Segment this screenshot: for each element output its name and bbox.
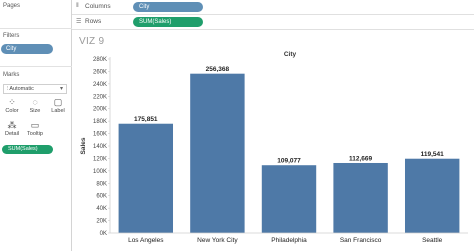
- columns-label: Columns: [85, 3, 111, 10]
- chevron-down-icon: ▾: [59, 86, 63, 92]
- columns-pill-city[interactable]: City: [133, 2, 203, 12]
- bars-group: 175,851 256,368 109,077 112,669 119,541: [118, 66, 460, 233]
- y-tick-label: 160K: [93, 132, 107, 138]
- x-axis: Los Angeles New York City Philadelphia San …: [110, 232, 468, 244]
- y-tick-label: 80K: [96, 181, 107, 187]
- data-label: 256,368: [206, 66, 230, 73]
- tooltip-button[interactable]: ▭ Tooltip: [25, 120, 45, 140]
- rows-label: Rows: [85, 18, 102, 25]
- detail-button-label: Detail: [4, 131, 20, 137]
- bar-chart: 0K 20K 40K 60K 80K 100K 120K 140K 160K 180K 200K 22…: [80, 51, 468, 244]
- columns-shelf[interactable]: ⦀ Columns City: [72, 0, 474, 15]
- data-label: 119,541: [421, 151, 445, 158]
- y-tick-label: 40K: [96, 206, 107, 212]
- y-axis-title: Sales: [80, 137, 87, 154]
- marks-pill-sum-sales[interactable]: SUM(Sales): [2, 145, 53, 154]
- filter-pill-city[interactable]: City: [1, 44, 53, 54]
- x-tick-label: San Francisco: [340, 237, 382, 244]
- detail-icon: ⁂: [7, 120, 17, 130]
- marks-title: Marks: [3, 72, 20, 78]
- columns-icon: ⦀: [76, 3, 79, 9]
- y-tick-label: 280K: [93, 57, 107, 63]
- size-icon: ◌: [32, 97, 38, 107]
- detail-button[interactable]: ⁂ Detail: [2, 120, 22, 140]
- mark-type-dropdown[interactable]: ⫶ Automatic ▾: [3, 84, 67, 94]
- label-button-label: Label: [51, 108, 65, 114]
- y-tick-label: 180K: [93, 119, 107, 125]
- y-tick-label: 0K: [100, 231, 107, 237]
- y-tick-label: 140K: [93, 144, 107, 150]
- y-tick-label: 120K: [93, 156, 107, 162]
- tooltip-icon: ▭: [30, 120, 40, 130]
- x-tick-label: Los Angeles: [128, 237, 164, 244]
- x-tick-label: Philadelphia: [271, 237, 307, 244]
- bar-new-york-city[interactable]: [190, 73, 245, 233]
- bar-seattle[interactable]: [404, 158, 460, 233]
- bar-san-francisco[interactable]: [333, 162, 388, 233]
- y-tick-label: 100K: [93, 169, 107, 175]
- pages-divider: [0, 28, 72, 29]
- filters-divider: [0, 66, 72, 67]
- tooltip-button-label: Tooltip: [27, 131, 43, 137]
- color-button[interactable]: ⁘ Color: [2, 97, 22, 117]
- left-sidebar: Pages Filters City Marks ⫶ Automatic ▾ ⁘…: [0, 0, 72, 251]
- rows-icon: ☰: [76, 19, 82, 25]
- bar-philadelphia[interactable]: [261, 165, 317, 233]
- y-tick-label: 200K: [93, 107, 107, 113]
- label-icon: ▢: [53, 97, 63, 107]
- x-tick-label: New York City: [197, 237, 238, 244]
- color-button-label: Color: [5, 108, 19, 114]
- filters-title: Filters: [3, 33, 20, 39]
- y-tick-label: 60K: [96, 194, 107, 200]
- y-tick-label: 260K: [93, 69, 107, 75]
- data-label: 112,669: [349, 155, 373, 162]
- color-palette-icon: ⁘: [8, 97, 16, 107]
- rows-pill-sum-sales[interactable]: SUM(Sales): [133, 17, 203, 27]
- data-label: 175,851: [134, 116, 158, 123]
- size-button[interactable]: ◌ Size: [25, 97, 45, 117]
- pages-title: Pages: [3, 3, 21, 9]
- size-button-label: Size: [29, 108, 41, 114]
- label-button[interactable]: ▢ Label: [48, 97, 68, 117]
- y-tick-label: 240K: [93, 82, 107, 88]
- y-tick-label: 220K: [93, 94, 107, 100]
- data-label: 109,077: [277, 158, 301, 165]
- rows-shelf[interactable]: ☰ Rows SUM(Sales): [72, 15, 474, 30]
- mark-type-value: Automatic: [9, 86, 34, 92]
- x-axis-title: City: [284, 51, 297, 58]
- shelf-area: ⦀ Columns City ☰ Rows SUM(Sales): [72, 0, 474, 30]
- y-axis: 0K 20K 40K 60K 80K 100K 120K 140K 160K 180K 200K 22…: [93, 57, 111, 237]
- y-tick-label: 20K: [96, 219, 107, 225]
- x-tick-label: Seattle: [422, 237, 443, 244]
- bar-los-angeles[interactable]: [118, 123, 174, 233]
- mark-type-icon: ⫶: [7, 86, 9, 91]
